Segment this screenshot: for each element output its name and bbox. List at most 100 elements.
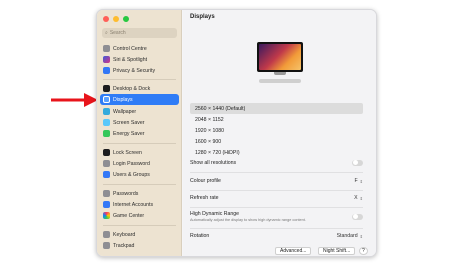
wallpaper-icon xyxy=(103,108,110,115)
monitor-name-blurred xyxy=(259,79,301,83)
hdr-toggle[interactable] xyxy=(352,213,363,220)
window-controls xyxy=(103,16,129,22)
rotation-value: Standard xyxy=(336,233,358,239)
sidebar-item-label: Internet Accounts xyxy=(113,201,154,208)
screen-saver-icon xyxy=(103,119,110,126)
password-icon xyxy=(103,190,110,197)
monitor-stand xyxy=(274,72,286,75)
display-icon xyxy=(103,96,110,103)
hdr-row: High Dynamic Range Automatically adjust … xyxy=(190,209,363,224)
red-arrow-icon xyxy=(51,93,98,107)
minimize-button[interactable] xyxy=(113,16,119,22)
refresh-rate-row: Refresh rate X ⇕ xyxy=(190,193,363,203)
control-centre-icon xyxy=(103,45,110,52)
sidebar-item-label: Displays xyxy=(113,96,133,103)
resolution-option[interactable]: 1280 × 720 (HiDPI) xyxy=(190,147,363,158)
sidebar-item-label: Privacy & Security xyxy=(113,67,156,74)
search-placeholder: Search xyxy=(109,30,126,36)
hdr-text: High Dynamic Range Automatically adjust … xyxy=(190,211,306,222)
sidebar-item-siri[interactable]: Siri & Spotlight xyxy=(100,54,179,65)
colour-profile-label: Colour profile xyxy=(190,178,221,184)
sidebar-item-keyboard[interactable]: Keyboard xyxy=(100,229,179,240)
show-all-resolutions-toggle[interactable] xyxy=(352,159,363,166)
resolution-list: 2560 × 1440 (Default) 2048 × 1152 1920 ×… xyxy=(190,103,363,158)
keyboard-icon xyxy=(103,231,110,238)
sidebar-item-label: Energy Saver xyxy=(113,130,145,137)
hdr-label: High Dynamic Range xyxy=(190,211,240,217)
hand-icon xyxy=(103,67,110,74)
sidebar-item-privacy[interactable]: Privacy & Security xyxy=(100,65,179,76)
sidebar: ⌕ Search Control Centre Siri & Spotlight… xyxy=(97,10,182,256)
sidebar-divider xyxy=(103,184,176,185)
zoom-button[interactable] xyxy=(123,16,129,22)
monitor-icon[interactable] xyxy=(257,42,303,72)
sidebar-item-internet-accounts[interactable]: Internet Accounts xyxy=(100,199,179,210)
sidebar-item-displays[interactable]: Displays xyxy=(100,94,179,105)
night-shift-button[interactable]: Night Shift... xyxy=(318,247,356,255)
divider xyxy=(190,228,363,229)
chevron-updown-icon: ⇕ xyxy=(359,195,363,201)
sidebar-item-desktop-dock[interactable]: Desktop & Dock xyxy=(100,83,179,94)
resolution-option[interactable]: 2560 × 1440 (Default) xyxy=(190,103,363,114)
key-icon xyxy=(103,160,110,167)
siri-icon xyxy=(103,56,110,63)
page-title: Displays xyxy=(190,14,215,20)
search-input[interactable]: ⌕ Search xyxy=(102,28,177,38)
sidebar-item-label: Game Center xyxy=(113,212,145,219)
dock-icon xyxy=(103,85,110,92)
energy-icon xyxy=(103,130,110,137)
sidebar-item-game-center[interactable]: Game Center xyxy=(100,210,179,221)
sidebar-item-label: Trackpad xyxy=(113,242,135,249)
divider xyxy=(190,172,363,173)
advanced-button[interactable]: Advanced... xyxy=(275,247,312,255)
sidebar-item-control-centre[interactable]: Control Centre xyxy=(100,43,179,54)
refresh-rate-select[interactable]: X ⇕ xyxy=(354,195,363,201)
sidebar-item-label: Screen Saver xyxy=(113,119,145,126)
colour-profile-row: Colour profile F ⇕ xyxy=(190,176,363,186)
help-button[interactable]: ? xyxy=(359,247,368,255)
sidebar-item-trackpad[interactable]: Trackpad xyxy=(100,240,179,251)
sidebar-item-passwords[interactable]: Passwords xyxy=(100,188,179,199)
sidebar-item-label: Passwords xyxy=(113,190,139,197)
displays-pane: Displays 2560 × 1440 (Default) 2048 × 11… xyxy=(183,10,376,256)
refresh-rate-value: X xyxy=(354,195,358,201)
chevron-updown-icon: ⇕ xyxy=(359,178,363,184)
rotation-select[interactable]: Standard ⇕ xyxy=(337,233,363,239)
sidebar-item-label: Control Centre xyxy=(113,45,147,52)
search-icon: ⌕ xyxy=(105,30,108,36)
sidebar-item-label: Users & Groups xyxy=(113,171,150,178)
refresh-rate-label: Refresh rate xyxy=(190,195,219,201)
sidebar-item-wallpaper[interactable]: Wallpaper xyxy=(100,106,179,117)
sidebar-divider xyxy=(103,225,176,226)
sidebar-item-label: Login Password xyxy=(113,160,150,167)
resolution-option[interactable]: 2048 × 1152 xyxy=(190,114,363,125)
sidebar-item-lock-screen[interactable]: Lock Screen xyxy=(100,147,179,158)
colour-profile-value: F xyxy=(354,178,358,184)
sidebar-item-label: Keyboard xyxy=(113,231,136,238)
sidebar-item-label: Wallpaper xyxy=(113,108,137,115)
at-icon xyxy=(103,201,110,208)
resolution-option[interactable]: 1600 × 900 xyxy=(190,136,363,147)
sidebar-item-users-groups[interactable]: Users & Groups xyxy=(100,169,179,180)
sidebar-item-label: Siri & Spotlight xyxy=(113,56,148,63)
users-icon xyxy=(103,171,110,178)
sidebar-divider xyxy=(103,143,176,144)
resolution-option[interactable]: 1920 × 1080 xyxy=(190,125,363,136)
show-all-resolutions-label: Show all resolutions xyxy=(190,159,237,166)
colour-profile-select[interactable]: F ⇕ xyxy=(354,178,363,184)
sidebar-item-label: Lock Screen xyxy=(113,149,142,156)
trackpad-icon xyxy=(103,242,110,249)
hdr-description: Automatically adjust the display to show… xyxy=(190,218,306,222)
divider xyxy=(190,207,363,208)
show-all-resolutions-row: Show all resolutions xyxy=(190,158,363,167)
settings-window: ⌕ Search Control Centre Siri & Spotlight… xyxy=(96,9,377,257)
rotation-label: Rotation xyxy=(190,233,210,239)
game-center-icon xyxy=(103,212,110,219)
sidebar-divider xyxy=(103,79,176,80)
chevron-updown-icon: ⇕ xyxy=(359,233,363,239)
sidebar-item-screen-saver[interactable]: Screen Saver xyxy=(100,117,179,128)
sidebar-item-energy-saver[interactable]: Energy Saver xyxy=(100,128,179,139)
rotation-row: Rotation Standard ⇕ xyxy=(190,231,363,241)
sidebar-item-login-password[interactable]: Login Password xyxy=(100,158,179,169)
close-button[interactable] xyxy=(103,16,109,22)
